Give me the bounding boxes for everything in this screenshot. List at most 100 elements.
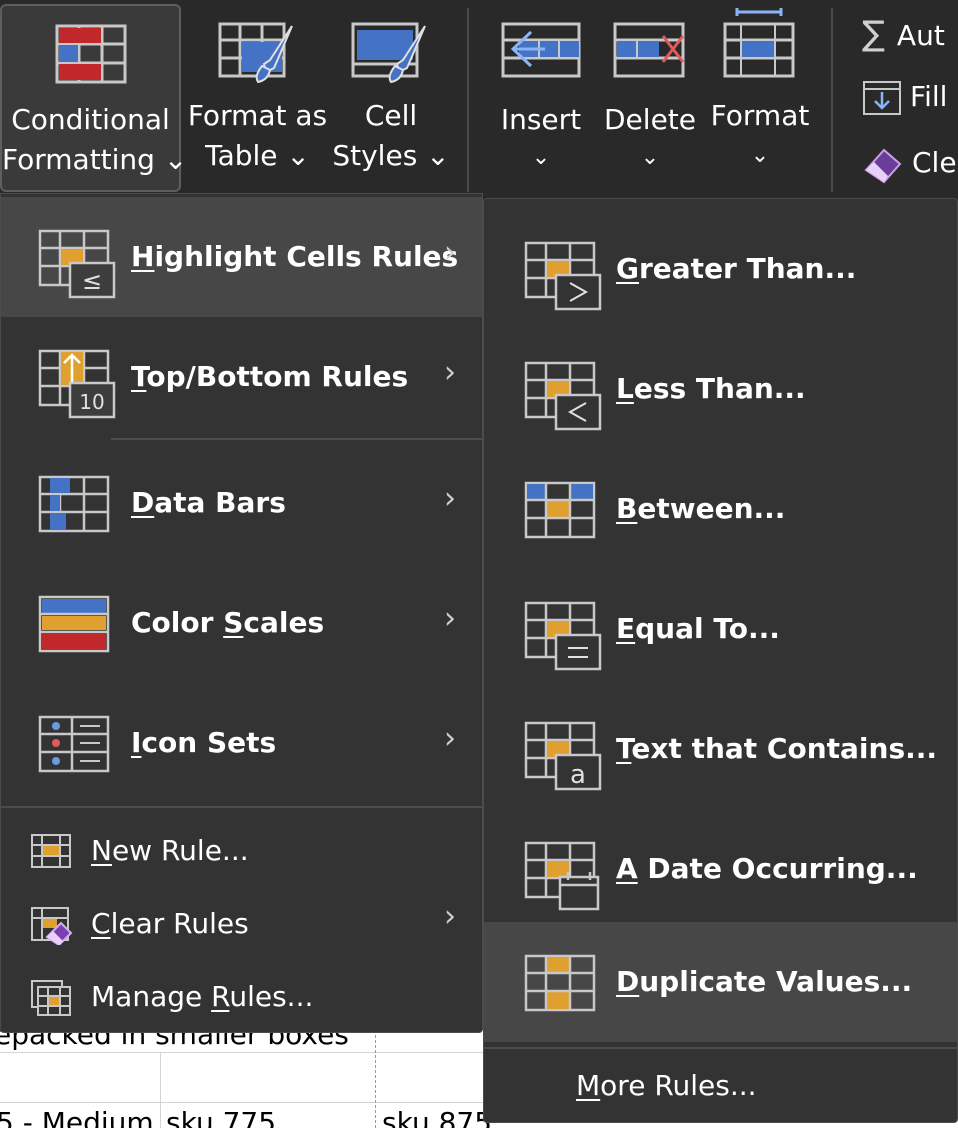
delete-chevron: ⌄	[640, 145, 660, 170]
menu-item-icon-sets[interactable]: Icon Sets ›	[1, 683, 482, 803]
greater-than-icon	[524, 241, 602, 311]
cell-styles-button[interactable]: Cell Styles ⌄	[330, 0, 452, 192]
date-occurring-label: A Date Occurring...	[616, 852, 918, 885]
manage-rules-label: Manage Rules...	[91, 980, 314, 1013]
more-rules-label: More Rules...	[576, 1069, 757, 1102]
cell-styles-icon	[351, 22, 426, 84]
submenu-item-equal-to[interactable]: Equal To...	[484, 569, 957, 689]
text-contains-label: Text that Contains...	[616, 732, 938, 765]
cell-sku-2[interactable]: sku 875	[382, 1106, 492, 1128]
menu-item-data-bars[interactable]: Data Bars ›	[1, 443, 482, 563]
between-icon	[524, 481, 596, 539]
format-button[interactable]: Format ⌄	[706, 0, 814, 192]
insert-label: Insert	[500, 103, 582, 136]
color-scales-icon	[38, 595, 110, 653]
fill-label: Fill	[910, 80, 948, 113]
date-occurring-icon	[524, 841, 600, 911]
highlight-cells-rules-label: Highlight Cells Rules	[131, 240, 459, 273]
clear-rules-icon	[31, 907, 73, 945]
cell-size[interactable]: 5 - Medium	[0, 1106, 154, 1128]
svg-text:≤: ≤	[82, 267, 102, 295]
insert-icon	[501, 22, 581, 78]
format-as-table-label-1: Format as	[187, 99, 328, 132]
clear-button[interactable]: Clea	[862, 144, 958, 184]
menu-item-highlight-cells-rules[interactable]: ≤ Highlight Cells Rules ›	[1, 197, 482, 317]
conditional-formatting-button[interactable]: Conditional Formatting ⌄	[0, 4, 188, 192]
new-rule-label: New Rule...	[91, 834, 249, 867]
submenu-item-duplicate-values[interactable]: Duplicate Values...	[484, 922, 957, 1042]
less-than-icon	[524, 361, 602, 431]
menu-divider	[111, 438, 482, 440]
cell-sku[interactable]: sku 775	[166, 1106, 276, 1128]
svg-text:a: a	[570, 760, 586, 790]
svg-text:10: 10	[79, 390, 104, 414]
autosum-label: Aut	[896, 19, 945, 52]
fill-down-icon	[863, 81, 901, 115]
text-contains-icon: a	[524, 721, 602, 791]
chevron-right-icon: ›	[444, 235, 456, 270]
delete-icon	[613, 22, 685, 78]
format-label: Format	[710, 99, 810, 132]
eraser-icon	[864, 148, 902, 184]
conditional-formatting-label-2: Formatting ⌄	[2, 143, 188, 176]
chevron-right-icon: ›	[444, 601, 456, 636]
conditional-formatting-label-1: Conditional	[11, 103, 170, 136]
cell-text[interactable]: epacked in smaller boxes	[0, 1030, 349, 1051]
submenu-item-greater-than[interactable]: Greater Than...	[484, 209, 957, 329]
highlight-cells-rules-submenu: Greater Than... Less Than... Between...	[483, 198, 958, 1123]
format-cells-icon	[723, 8, 795, 78]
clear-rules-label: Clear Rules	[91, 907, 249, 940]
chevron-right-icon: ›	[444, 721, 456, 756]
ribbon-separator	[467, 8, 469, 192]
submenu-item-more-rules[interactable]: More Rules...	[484, 1051, 957, 1121]
format-as-table-button[interactable]: Format as Table ⌄	[185, 0, 330, 192]
less-than-label: Less Than...	[616, 372, 806, 405]
format-chevron: ⌄	[750, 143, 770, 168]
chevron-right-icon: ›	[444, 355, 456, 390]
conditional-formatting-menu: ≤ Highlight Cells Rules › 10 Top/Bottom …	[0, 193, 483, 1033]
fill-button[interactable]: Fill	[862, 80, 947, 116]
format-as-table-icon	[218, 22, 293, 84]
menu-item-new-rule[interactable]: New Rule...	[1, 814, 482, 887]
highlight-cells-rules-icon: ≤	[38, 229, 116, 299]
new-rule-icon	[31, 834, 71, 868]
icon-sets-icon	[38, 715, 110, 773]
top-bottom-rules-icon: 10	[38, 349, 116, 419]
ribbon: Conditional Formatting ⌄ Format as Table…	[0, 0, 958, 196]
between-label: Between...	[616, 492, 786, 525]
chevron-right-icon: ›	[444, 481, 456, 516]
submenu-item-text-contains[interactable]: a Text that Contains...	[484, 689, 957, 809]
manage-rules-icon	[31, 980, 71, 1016]
menu-item-clear-rules[interactable]: Clear Rules ›	[1, 887, 482, 960]
conditional-formatting-icon	[55, 24, 126, 84]
duplicate-values-icon	[524, 954, 596, 1012]
menu-divider-2	[1, 806, 482, 808]
submenu-divider	[484, 1047, 957, 1049]
top-bottom-rules-label: Top/Bottom Rules	[131, 360, 409, 393]
icon-sets-label: Icon Sets	[131, 726, 277, 759]
cell-styles-label-1: Cell	[364, 99, 418, 132]
clear-label: Clea	[912, 146, 958, 179]
greater-than-label: Greater Than...	[616, 252, 857, 285]
equal-to-label: Equal To...	[616, 612, 780, 645]
format-as-table-label-2: Table ⌄	[205, 139, 310, 172]
sigma-icon: ∑	[862, 14, 885, 54]
submenu-item-between[interactable]: Between...	[484, 449, 957, 569]
menu-item-manage-rules[interactable]: Manage Rules...	[1, 960, 482, 1033]
insert-button[interactable]: Insert ⌄	[488, 0, 594, 192]
data-bars-label: Data Bars	[131, 486, 286, 519]
menu-item-top-bottom-rules[interactable]: 10 Top/Bottom Rules ›	[1, 317, 482, 437]
duplicate-values-label: Duplicate Values...	[616, 965, 913, 998]
submenu-item-date-occurring[interactable]: A Date Occurring...	[484, 809, 957, 929]
menu-item-color-scales[interactable]: Color Scales ›	[1, 563, 482, 683]
delete-label: Delete	[604, 103, 696, 136]
cell-styles-label-2: Styles ⌄	[332, 139, 450, 172]
autosum-button[interactable]: ∑ Aut	[862, 14, 945, 54]
color-scales-label: Color Scales	[131, 606, 325, 639]
submenu-item-less-than[interactable]: Less Than...	[484, 329, 957, 449]
delete-button[interactable]: Delete ⌄	[600, 0, 700, 192]
data-bars-icon	[38, 475, 110, 533]
insert-chevron: ⌄	[531, 145, 551, 170]
ribbon-separator-2	[831, 8, 833, 192]
equal-to-icon	[524, 601, 602, 671]
